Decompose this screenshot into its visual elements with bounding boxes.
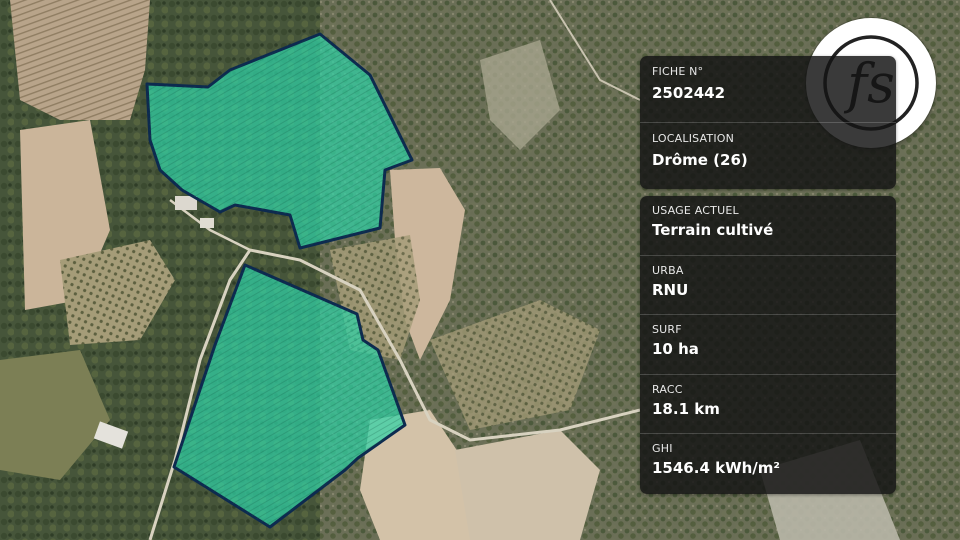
detail-value: Terrain cultivé <box>652 221 774 239</box>
detail-label: GHI <box>652 442 673 456</box>
detail-row-surf: SURF 10 ha <box>640 315 896 375</box>
detail-row-racc: RACC 18.1 km <box>640 375 896 435</box>
details-card: USAGE ACTUEL Terrain cultivé URBA RNU SU… <box>640 196 896 494</box>
fiche-card: FICHE N° 2502442 LOCALISATION Drôme (26) <box>640 56 896 189</box>
detail-row-usage: USAGE ACTUEL Terrain cultivé <box>640 196 896 256</box>
fiche-number-value: 2502442 <box>652 84 726 102</box>
detail-value: 10 ha <box>652 340 699 359</box>
detail-value: 18.1 km <box>652 399 720 418</box>
detail-row-urba: URBA RNU <box>640 256 896 316</box>
detail-value: RNU <box>652 280 689 299</box>
location-label: LOCALISATION <box>652 131 735 145</box>
detail-label: URBA <box>652 263 684 277</box>
fiche-number-label: FICHE N° <box>652 65 704 78</box>
location-value: Drôme (26) <box>652 150 748 169</box>
detail-row-ghi: GHI 1546.4 kWh/m² <box>640 434 896 494</box>
detail-label: SURF <box>652 323 682 337</box>
detail-label: RACC <box>652 382 683 396</box>
fiche-number-row: FICHE N° 2502442 <box>640 56 896 123</box>
location-row: LOCALISATION Drôme (26) <box>640 123 896 190</box>
detail-label: USAGE ACTUEL <box>652 204 739 217</box>
field-top-left <box>10 0 150 120</box>
detail-value: 1546.4 kWh/m² <box>652 459 780 478</box>
building-small <box>200 218 214 228</box>
